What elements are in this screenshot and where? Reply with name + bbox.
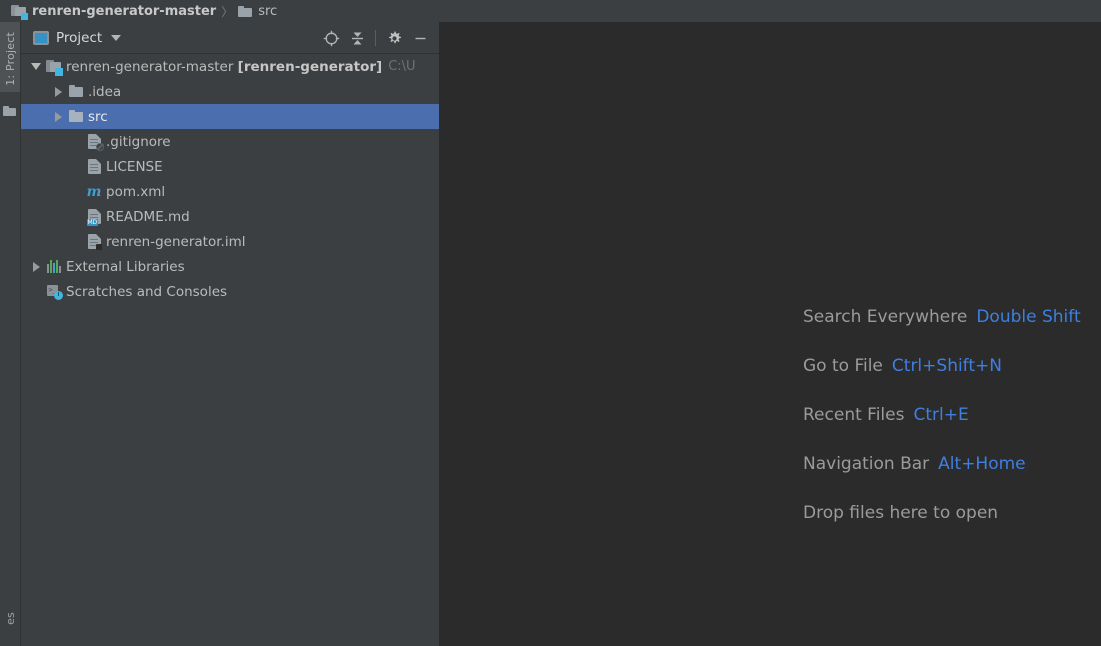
hide-tool-window-button[interactable] (407, 25, 433, 51)
ide-window: renren-generator-master 〉 src 1: Project… (0, 0, 1101, 646)
expander-collapsed-icon[interactable] (49, 104, 67, 129)
stripe-button-favorites[interactable]: es (0, 590, 20, 646)
tree-row-path: C:\U (388, 59, 416, 74)
tree-row-readme-md[interactable]: MD README.md (21, 204, 439, 229)
hint-action-label: Search Everywhere (803, 307, 968, 327)
gear-icon (388, 31, 401, 43)
hint-search-everywhere: Search Everywhere Double Shift (440, 307, 1101, 356)
tree-row-label: renren-generator.iml (106, 233, 246, 250)
expander-none (67, 129, 85, 154)
tree-row-label: .idea (88, 83, 122, 100)
hint-shortcut-label: Ctrl+Shift+N (891, 356, 1002, 376)
hint-action-label: Recent Files (803, 405, 905, 425)
hint-recent-files: Recent Files Ctrl+E (440, 405, 1101, 454)
stripe-button-project[interactable]: 1: Project (0, 22, 20, 92)
expander-none (67, 204, 85, 229)
expander-none (67, 154, 85, 179)
tree-row-iml[interactable]: renren-generator.iml (21, 229, 439, 254)
breadcrumb-label: src (258, 3, 278, 19)
navigation-bar: renren-generator-master 〉 src (0, 0, 1101, 22)
collapse-all-button[interactable] (344, 25, 370, 51)
stripe-button-favorites-label: es (3, 611, 17, 625)
folder-icon (67, 79, 85, 104)
collapse-all-icon (351, 32, 363, 44)
tree-row-gitignore[interactable]: .gitignore (21, 129, 439, 154)
tree-row-label: External Libraries (66, 258, 185, 275)
hint-shortcut-label: Ctrl+E (913, 405, 969, 425)
breadcrumb-src[interactable]: src (235, 0, 280, 22)
shortcut-hints: Search Everywhere Double Shift Go to Fil… (440, 307, 1101, 552)
expander-collapsed-icon[interactable] (27, 254, 45, 279)
project-tool-window: Project renren-generator-master [renren-… (21, 22, 439, 646)
hint-shortcut-label: Alt+Home (938, 454, 1026, 474)
project-view-selector[interactable]: Project (21, 29, 122, 46)
left-tool-window-stripe: 1: Project es (0, 22, 21, 646)
tree-row-scratches-and-consoles[interactable]: >_ Scratches and Consoles (21, 279, 439, 304)
hint-action-label: Go to File (803, 356, 883, 376)
project-tree[interactable]: renren-generator-master [renren-generato… (21, 54, 439, 646)
tree-row-label: LICENSE (106, 158, 163, 175)
minimize-icon (415, 37, 425, 39)
breadcrumb-project-root[interactable]: renren-generator-master (8, 0, 219, 22)
gitignore-file-icon (85, 129, 104, 154)
markdown-file-icon: MD (85, 204, 103, 229)
tree-row-pom-xml[interactable]: m pom.xml (21, 179, 439, 204)
folder-icon (67, 104, 85, 129)
tree-row-label: pom.xml (106, 183, 166, 200)
project-window-icon (33, 30, 49, 45)
scratches-icon: >_ (45, 279, 63, 304)
hint-go-to-file: Go to File Ctrl+Shift+N (440, 356, 1101, 405)
project-tool-window-header: Project (21, 22, 439, 54)
tree-row-project-root[interactable]: renren-generator-master [renren-generato… (21, 54, 439, 79)
project-tool-window-title: Project (56, 29, 103, 46)
expander-collapsed-icon[interactable] (49, 79, 67, 104)
module-folder-icon (11, 4, 28, 20)
tree-row-label: README.md (106, 208, 190, 225)
folder-icon (238, 5, 253, 18)
module-folder-icon (45, 54, 63, 79)
locate-target-icon (323, 30, 339, 46)
text-file-icon (85, 154, 103, 179)
toolbar-separator (375, 30, 376, 46)
hint-drop-files: Drop files here to open (440, 503, 1101, 552)
tree-row-src[interactable]: src (21, 104, 439, 129)
maven-file-icon: m (86, 183, 102, 200)
expander-expanded-icon[interactable] (27, 54, 45, 79)
tree-row-label: .gitignore (106, 133, 171, 150)
hint-navigation-bar: Navigation Bar Alt+Home (440, 454, 1101, 503)
tree-row-label: renren-generator-master [renren-generato… (66, 58, 383, 75)
expander-none (67, 229, 85, 254)
tree-row-idea[interactable]: .idea (21, 79, 439, 104)
hint-shortcut-label: Double Shift (976, 307, 1081, 327)
tree-row-label: Scratches and Consoles (66, 283, 228, 300)
hint-action-label: Drop files here to open (803, 503, 999, 523)
project-tool-window-actions (318, 22, 433, 54)
libraries-icon (45, 254, 63, 279)
chevron-down-icon[interactable] (111, 34, 122, 41)
settings-button[interactable] (381, 25, 407, 51)
select-opened-file-button[interactable] (318, 25, 344, 51)
breadcrumb-separator: 〉 (221, 4, 234, 19)
tree-row-license[interactable]: LICENSE (21, 154, 439, 179)
editor-empty-area[interactable]: Search Everywhere Double Shift Go to Fil… (440, 22, 1101, 646)
stripe-button-project-label: 1: Project (3, 31, 17, 86)
iml-file-icon (85, 229, 103, 254)
folder-icon (3, 105, 17, 117)
stripe-button-structure[interactable] (0, 100, 20, 122)
expander-none (67, 179, 85, 204)
hint-action-label: Navigation Bar (803, 454, 930, 474)
tree-row-external-libraries[interactable]: External Libraries (21, 254, 439, 279)
breadcrumb-label: renren-generator-master (32, 3, 217, 19)
tree-row-label: src (88, 108, 108, 125)
